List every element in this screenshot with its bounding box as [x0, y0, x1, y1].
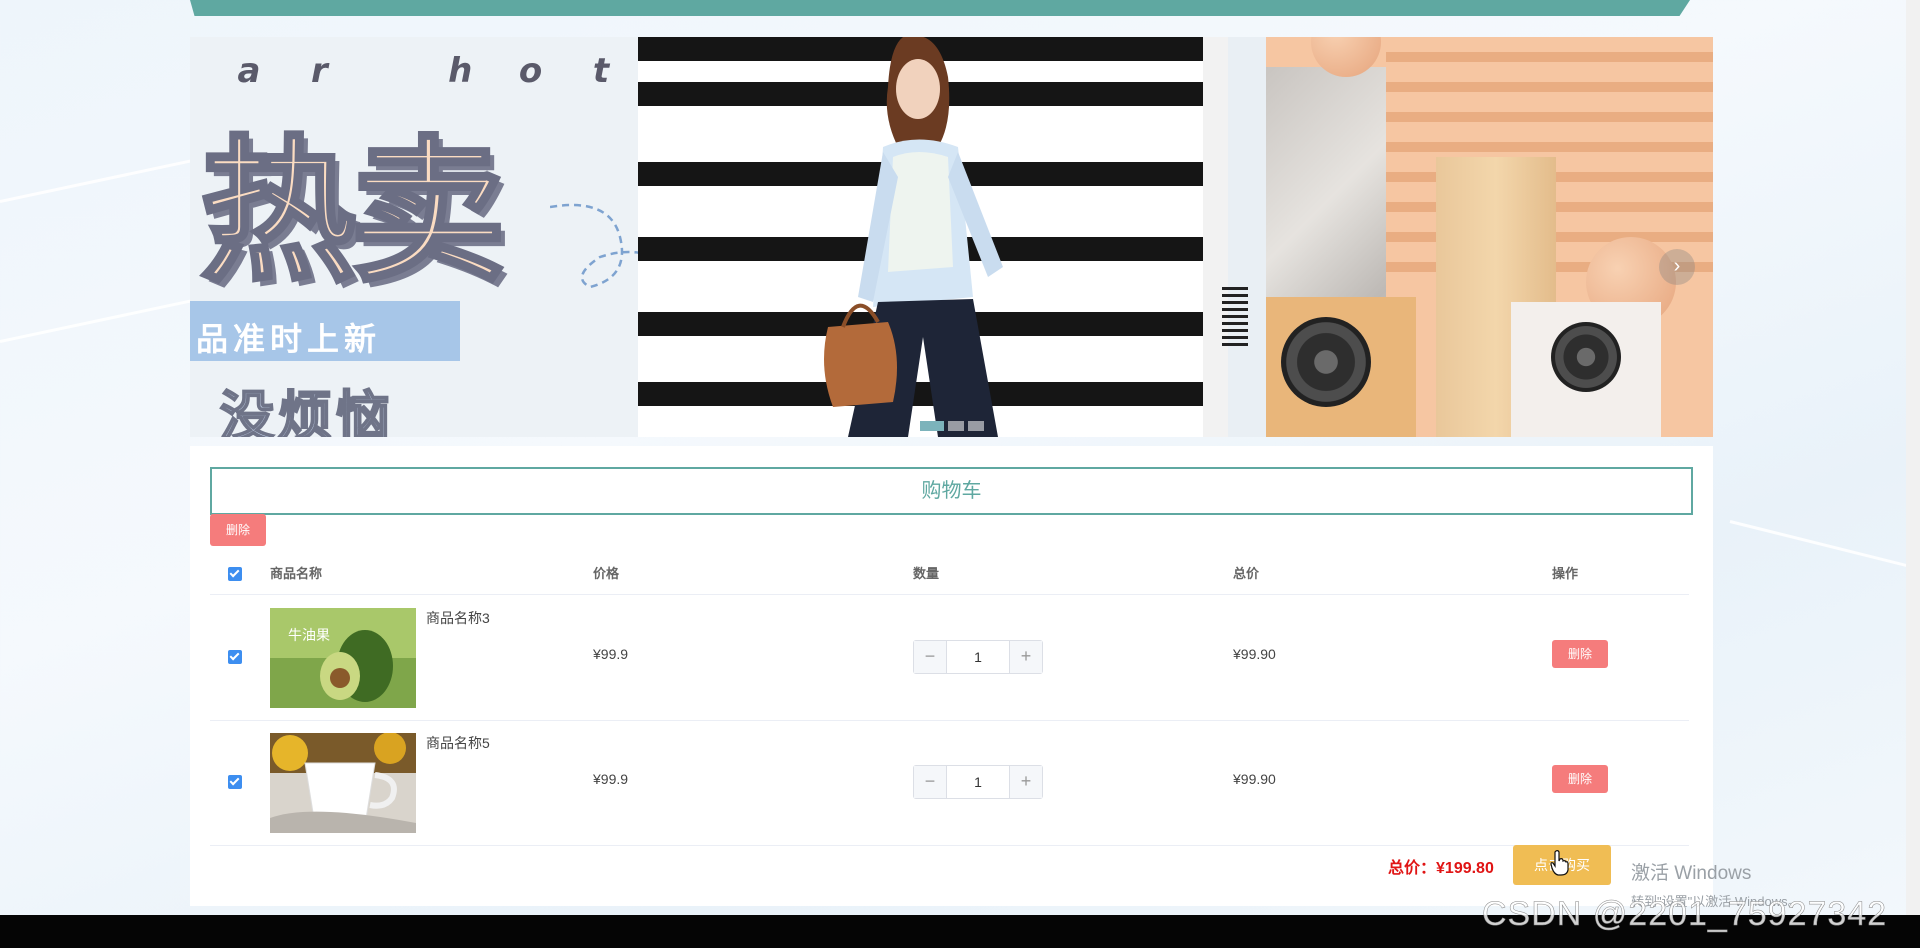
carousel-indicators — [920, 421, 984, 431]
row-total: ¥99.90 — [1233, 771, 1276, 787]
carousel-dot[interactable] — [948, 421, 964, 431]
carousel-dot[interactable] — [920, 421, 944, 431]
cart-title: 购物车 — [210, 467, 1693, 515]
csdn-watermark: CSDN @2201_75927342 — [1482, 895, 1888, 934]
grand-total: 总价：¥199.80 — [1388, 854, 1494, 878]
column-header: 数量 — [913, 566, 940, 581]
banner-carousel: a r x h o t 热卖 品准时上新 没烦恼 — [190, 37, 1713, 437]
product-price: ¥99.9 — [593, 771, 629, 787]
select-all-checkbox[interactable] — [228, 567, 242, 581]
product-name: 商品名称3 — [426, 610, 490, 626]
hand-cursor-icon — [1550, 850, 1569, 876]
grand-total-label: 总价： — [1388, 860, 1437, 877]
thumbnail-caption: 牛油果 — [288, 628, 330, 644]
carousel-next-button[interactable]: › — [1659, 249, 1695, 285]
row-checkbox[interactable] — [228, 775, 242, 789]
column-header: 价格 — [593, 566, 620, 581]
column-header: 总价 — [1233, 566, 1260, 581]
quantity-input[interactable]: 1 — [946, 641, 1010, 673]
increase-button[interactable]: + — [1010, 766, 1042, 798]
cart-panel: 购物车 删除 商品名称 价格 数量 总价 操作 牛油果 商品名称3 ¥99.9 … — [190, 446, 1713, 906]
column-header: 操作 — [1552, 566, 1579, 581]
activate-windows-title: 激活 Windows — [1631, 863, 1752, 884]
product-name: 商品名称5 — [426, 735, 490, 751]
banner-slide-fashion — [638, 37, 1228, 437]
model-photo — [824, 37, 1003, 437]
top-nav-band — [190, 0, 1690, 16]
cart-row: 牛油果 商品名称3 ¥99.9 − 1 + ¥99.90 删除 — [210, 596, 1689, 721]
decrease-button[interactable]: − — [914, 766, 946, 798]
quantity-input[interactable]: 1 — [946, 766, 1010, 798]
banner-decor-lines — [1222, 287, 1248, 347]
banner-letter: t — [592, 51, 610, 91]
cart-row: 商品名称5 ¥99.9 − 1 + ¥99.90 删除 — [210, 721, 1689, 846]
cart-table-header: 商品名称 价格 数量 总价 操作 — [210, 554, 1689, 595]
row-checkbox[interactable] — [228, 650, 242, 664]
quantity-stepper[interactable]: − 1 + — [913, 765, 1043, 799]
product-thumbnail[interactable]: 牛油果 — [270, 608, 416, 708]
carousel-dot[interactable] — [968, 421, 984, 431]
product-thumbnail[interactable] — [270, 733, 416, 833]
banner-letter: o — [518, 51, 543, 91]
increase-button[interactable]: + — [1010, 641, 1042, 673]
grand-total-value: ¥199.80 — [1436, 860, 1494, 877]
banner-tagline-2: 没烦恼 — [219, 384, 394, 437]
page-scrollbar[interactable] — [1906, 0, 1920, 915]
dashed-arrow-icon — [550, 203, 638, 289]
banner-slide-hot-sale: a r x h o t 热卖 品准时上新 没烦恼 — [190, 37, 638, 437]
banner-tagline-1: 品准时上新 — [196, 320, 382, 358]
quantity-stepper[interactable]: − 1 + — [913, 640, 1043, 674]
banner-slide-speakers — [1266, 37, 1713, 437]
delete-row-button[interactable]: 删除 — [1552, 765, 1608, 793]
delete-selected-button[interactable]: 删除 — [210, 514, 266, 546]
delete-row-button[interactable]: 删除 — [1552, 640, 1608, 668]
banner-headline: 热卖 — [198, 119, 508, 305]
column-header: 商品名称 — [270, 566, 323, 581]
row-total: ¥99.90 — [1233, 646, 1276, 662]
product-price: ¥99.9 — [593, 646, 629, 662]
decrease-button[interactable]: − — [914, 641, 946, 673]
